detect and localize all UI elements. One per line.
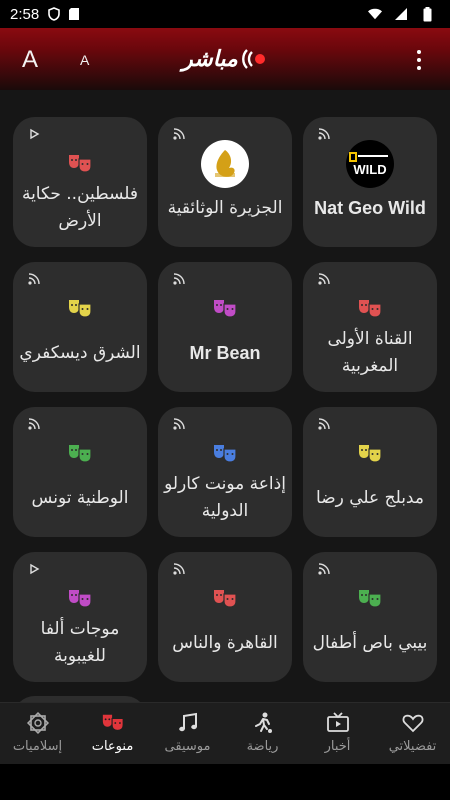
channel-card[interactable]: إذاعة مونت كارلو الدولية [158, 407, 292, 537]
nav-item-islamic[interactable]: إسلاميات [0, 711, 75, 765]
channel-card[interactable]: بيبي باص أطفال [303, 552, 437, 682]
shield-icon [47, 7, 61, 21]
broadcast-icon [318, 563, 330, 575]
overflow-menu-button[interactable] [410, 48, 428, 72]
broadcast-icon [28, 418, 40, 430]
increase-font-button[interactable]: A [22, 46, 38, 74]
channel-title: القناة الأولى المغربية [327, 329, 413, 376]
music-note-icon [178, 712, 197, 732]
tv-icon [326, 712, 349, 732]
channel-card[interactable]: الوطنية تونس [13, 407, 147, 537]
channel-card[interactable]: الجزيرة الوثائقية [158, 117, 292, 247]
system-gesture-bar [0, 764, 450, 800]
broadcast-icon [173, 418, 185, 430]
channel-card[interactable]: القاهرة والناس [158, 552, 292, 682]
play-icon [30, 128, 40, 140]
channel-card[interactable]: الشرق ديسكفري [13, 262, 147, 392]
channel-title: Mr Bean [189, 342, 261, 363]
battery-icon [420, 6, 434, 21]
soccer-player-icon [254, 712, 272, 733]
broadcast-icon [318, 128, 330, 140]
bottom-navigation: تفضيلاتي أخبار رياضة موسيقى منوعات إسلام… [0, 702, 450, 800]
heart-icon [402, 714, 423, 733]
channel-title: إذاعة مونت كارلو الدولية [164, 474, 286, 521]
nav-item-music[interactable]: موسيقى [150, 711, 225, 765]
channel-card[interactable]: القناة الأولى المغربية [303, 262, 437, 392]
nav-item-news[interactable]: أخبار [300, 711, 375, 765]
channel-title: مدبلج علي رضا [316, 487, 424, 508]
nav-item-favorites[interactable]: تفضيلاتي [375, 711, 450, 765]
channel-card[interactable]: Mr Bean [158, 262, 292, 392]
channel-title: القاهرة والناس [172, 632, 278, 653]
nav-item-sports[interactable]: رياضة [225, 711, 300, 765]
islamic-star-icon [26, 711, 49, 735]
broadcast-icon [28, 273, 40, 285]
channel-title: الشرق ديسكفري [19, 342, 141, 363]
nav-label: تفضيلاتي [388, 739, 437, 754]
status-bar: 2:58 [0, 0, 450, 28]
status-time: 2:58 [10, 5, 40, 23]
nav-item-variety[interactable]: منوعات [75, 711, 150, 765]
channel-title: الجزيرة الوثائقية [167, 197, 283, 218]
channel-card[interactable]: فلسطين.. حكاية الأرض [13, 117, 147, 247]
decrease-font-button[interactable]: A [80, 52, 89, 68]
channel-card[interactable]: موجات ألفا للغيبوبة [13, 552, 147, 682]
channel-title: فلسطين.. حكاية الأرض [21, 184, 139, 231]
channel-card[interactable]: WILD Nat Geo Wild [303, 117, 437, 247]
nav-label: إسلاميات [12, 739, 63, 754]
broadcast-icon [318, 418, 330, 430]
broadcast-icon [173, 128, 185, 140]
app-bar: A A مباشر [0, 28, 450, 90]
channel-card[interactable]: مدبلج علي رضا [303, 407, 437, 537]
live-signal-icon [241, 49, 265, 69]
nav-label: رياضة [246, 739, 279, 754]
nav-label: أخبار [324, 739, 351, 754]
nav-label: منوعات [91, 739, 134, 754]
channel-title: موجات ألفا للغيبوبة [40, 619, 120, 666]
wifi-icon [368, 7, 382, 21]
channel-title: الوطنية تونس [31, 487, 129, 508]
signal-icon [394, 7, 408, 21]
channel-title: بيبي باص أطفال [312, 632, 428, 653]
theater-masks-icon [102, 714, 124, 731]
nav-label: موسيقى [164, 739, 211, 754]
channel-grid: WILD Nat Geo Wild الجزيرة الوثائقية فلسط… [0, 90, 450, 702]
broadcast-icon [173, 273, 185, 285]
channel-title: Nat Geo Wild [314, 197, 426, 218]
sd-card-icon [67, 7, 81, 21]
broadcast-icon [318, 273, 330, 285]
app-logo: مباشر [170, 44, 280, 74]
play-icon [30, 563, 40, 575]
broadcast-icon [173, 563, 185, 575]
app-logo-text: مباشر [182, 46, 238, 72]
